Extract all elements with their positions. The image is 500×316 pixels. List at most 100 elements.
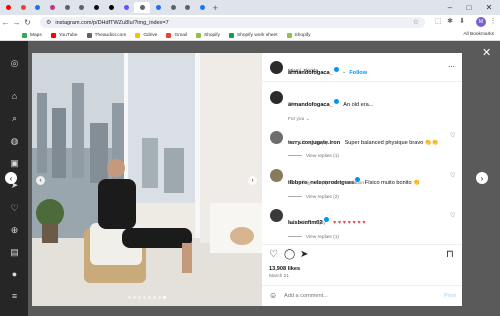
- reply-link[interactable]: Reply: [316, 181, 328, 186]
- caption-username[interactable]: armandofogaca_: [288, 102, 333, 108]
- comment-avatar[interactable]: [270, 169, 283, 182]
- caption-avatar[interactable]: [270, 91, 283, 104]
- close-window-icon[interactable]: ✕: [482, 0, 496, 15]
- photo-next-icon[interactable]: ›: [248, 176, 257, 185]
- bookmark-label: Gmail: [174, 32, 187, 38]
- comment-icon[interactable]: ◯: [284, 249, 295, 260]
- post-location[interactable]: Miami, Florida: [288, 69, 318, 74]
- view-replies-link[interactable]: View replies (1): [288, 154, 339, 159]
- puzzle-icon[interactable]: ✱: [445, 17, 455, 25]
- comment-text: ♥ ♥ ♥ ♥ ♥ ♥ ♥: [332, 220, 366, 226]
- download-icon[interactable]: ⬇: [457, 17, 467, 25]
- tab-favicon-icon: [139, 5, 145, 10]
- view-replies-link[interactable]: View replies (1): [288, 235, 339, 240]
- likes-count[interactable]: 13,908 likes: [269, 266, 300, 272]
- profile-avatar[interactable]: M: [476, 17, 486, 27]
- bookmark-item[interactable]: Shopify work sheet: [229, 32, 278, 38]
- more-menu-icon[interactable]: ≡: [9, 291, 20, 302]
- new-tab-icon[interactable]: +: [213, 3, 218, 13]
- bookmark-item[interactable]: Shopify: [286, 32, 311, 38]
- instagram-logo-icon[interactable]: ◎: [9, 58, 20, 69]
- post-comment-button[interactable]: Post: [444, 293, 456, 299]
- bookmark-item[interactable]: Maps: [22, 32, 42, 38]
- browser-tab[interactable]: [196, 2, 209, 13]
- emoji-icon[interactable]: ☺: [269, 291, 277, 300]
- maximize-icon[interactable]: □: [462, 0, 476, 15]
- browser-tab[interactable]: [61, 2, 74, 13]
- notifications-icon[interactable]: ♡: [9, 203, 20, 214]
- bookmark-item[interactable]: Gdrive: [135, 32, 157, 38]
- add-comment-input[interactable]: Add a comment...: [284, 293, 328, 299]
- bookmark-item[interactable]: Theaudior.com: [86, 32, 127, 38]
- browser-tab[interactable]: [75, 2, 88, 13]
- browser-tab[interactable]: [17, 2, 30, 13]
- bookmarks-bar: Maps YouTube Theaudior.com Gdrive Gmail Shopi…: [0, 30, 500, 41]
- bookmark-label: Shopify work sheet: [237, 32, 278, 38]
- bookmark-item[interactable]: Gmail: [166, 32, 187, 38]
- follow-separator: •: [343, 71, 345, 76]
- next-post-icon[interactable]: ›: [476, 172, 488, 184]
- follow-button[interactable]: Follow: [349, 70, 367, 76]
- post-image: [32, 53, 262, 306]
- reply-link[interactable]: Reply: [316, 141, 328, 146]
- comment-likes[interactable]: 1 like: [298, 221, 309, 226]
- browser-tab[interactable]: [105, 2, 118, 13]
- for-you-filter[interactable]: For you ⌄: [288, 117, 310, 122]
- search-icon[interactable]: ⌕: [9, 113, 20, 124]
- comment-likes[interactable]: 5 likes: [298, 181, 312, 186]
- bookmark-label: Theaudior.com: [94, 32, 127, 38]
- comment-avatar[interactable]: [270, 209, 283, 222]
- site-info-icon[interactable]: ⚙: [46, 19, 51, 26]
- close-modal-icon[interactable]: ✕: [482, 46, 491, 59]
- post-options-icon[interactable]: ⋯: [448, 63, 455, 71]
- header-divider: [262, 81, 462, 82]
- carousel-dot: [128, 296, 131, 299]
- profile-nav-icon[interactable]: ●: [9, 269, 20, 280]
- reels-icon[interactable]: ▣: [9, 158, 20, 169]
- author-avatar[interactable]: [270, 61, 283, 74]
- comment-avatar[interactable]: [270, 131, 283, 144]
- home-icon[interactable]: ⌂: [9, 91, 20, 102]
- carousel-dot: [143, 296, 146, 299]
- browser-tab[interactable]: [46, 2, 59, 13]
- photo-previous-icon[interactable]: ‹: [36, 176, 45, 185]
- see-translation-link[interactable]: See translation: [332, 181, 364, 186]
- browser-tab[interactable]: [152, 2, 165, 13]
- bookmark-item[interactable]: Shopify: [196, 32, 220, 38]
- like-comment-icon[interactable]: ♡: [450, 172, 455, 179]
- all-bookmarks-link[interactable]: All Bookmarks: [463, 32, 494, 37]
- browser-tab[interactable]: [181, 2, 194, 13]
- share-icon[interactable]: ➤: [300, 249, 308, 260]
- save-icon[interactable]: ⊓: [446, 249, 454, 260]
- verified-icon: [333, 67, 339, 73]
- extension-icon[interactable]: ⬚: [433, 17, 443, 25]
- tab-favicon-icon: [155, 5, 161, 10]
- actions-divider: [262, 244, 462, 245]
- view-replies-link[interactable]: View replies (2): [288, 195, 339, 200]
- browser-tab[interactable]: [134, 2, 151, 13]
- browser-tab[interactable]: [120, 2, 133, 13]
- menu-kebab-icon[interactable]: ⋮: [488, 17, 498, 25]
- explore-icon[interactable]: ◍: [9, 136, 20, 147]
- url-input[interactable]: ⚙ instagram.com/p/DHdfTWZu8Iu/?img_index…: [40, 17, 425, 28]
- dashboard-icon[interactable]: ▤: [9, 247, 20, 258]
- browser-tab[interactable]: [31, 2, 44, 13]
- reply-link[interactable]: Reply: [313, 221, 325, 226]
- forward-icon[interactable]: →: [11, 15, 22, 30]
- browser-tab[interactable]: [2, 2, 15, 13]
- browser-tab[interactable]: [90, 2, 103, 13]
- bookmark-icon: [22, 32, 27, 38]
- previous-post-icon[interactable]: ‹: [5, 172, 17, 184]
- bookmark-item[interactable]: YouTube: [50, 32, 78, 38]
- address-bar-row: ← → ↻ ⚙ instagram.com/p/DHdfTWZu8Iu/?img…: [0, 15, 500, 30]
- comment-likes[interactable]: 4 likes: [298, 141, 312, 146]
- like-comment-icon[interactable]: ♡: [450, 212, 455, 219]
- back-icon[interactable]: ←: [0, 15, 11, 30]
- reload-icon[interactable]: ↻: [22, 15, 33, 30]
- bookmark-star-icon[interactable]: ☆: [413, 18, 419, 26]
- like-comment-icon[interactable]: ♡: [450, 132, 455, 139]
- browser-tab[interactable]: [167, 2, 180, 13]
- like-icon[interactable]: ♡: [269, 249, 278, 260]
- minimize-icon[interactable]: –: [443, 0, 457, 15]
- create-icon[interactable]: ⊕: [9, 225, 20, 236]
